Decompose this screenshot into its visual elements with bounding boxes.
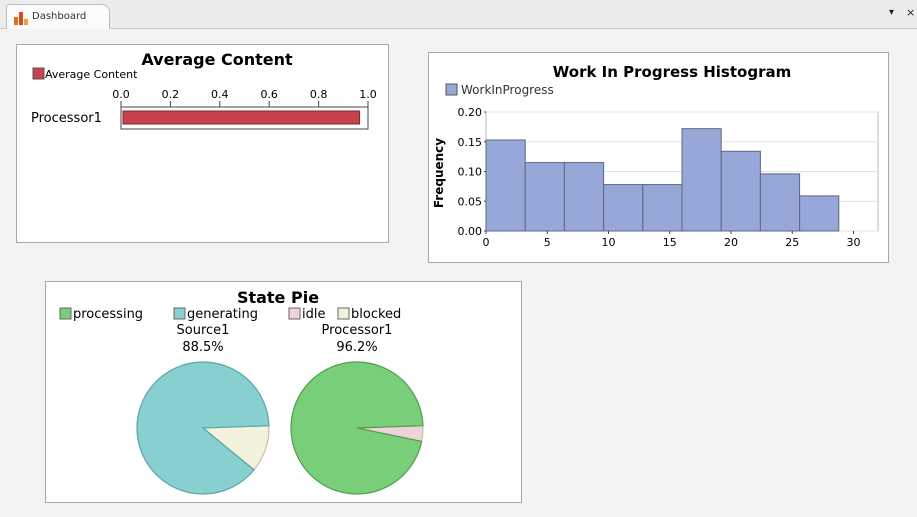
x-tick-label: 0.0 [112, 88, 130, 101]
x-tick-label: 0.4 [211, 88, 229, 101]
histogram-bar [524, 162, 565, 232]
legend-label-idle: idle [302, 307, 325, 322]
x-tick-label: 5 [544, 236, 551, 249]
x-tick-label: 0.8 [310, 88, 328, 101]
y-axis-label: Frequency [432, 138, 446, 208]
tab-bar: Dashboard ▾ × [0, 0, 917, 29]
pie-percent-label: 96.2% [336, 340, 377, 355]
histogram-panel: Work In Progress Histogram WorkInProgres… [428, 52, 889, 263]
category-label: Processor1 [31, 111, 102, 126]
chart-title: State Pie [237, 288, 319, 307]
chart-title: Average Content [141, 50, 293, 69]
legend-label: Average Content [45, 68, 138, 81]
legend-label-processing: processing [73, 307, 143, 322]
tab-menu-icon[interactable]: ▾ [889, 7, 894, 18]
average-content-panel: Average Content Average Content 0.0 0.2 0.… [16, 44, 389, 243]
legend-swatch-generating [173, 307, 186, 320]
pie-name: Processor1 [322, 323, 393, 338]
legend-swatch-blocked [337, 307, 350, 320]
histogram-bar [642, 184, 683, 232]
bar-chart-icon [14, 12, 28, 25]
x-tick-label: 0.2 [162, 88, 180, 101]
legend-label-generating: generating [187, 307, 258, 322]
x-tick-label: 1.0 [359, 88, 377, 101]
legend-label: WorkInProgress [461, 83, 554, 97]
chart-title: Work In Progress Histogram [553, 63, 791, 81]
x-tick-label: 0.6 [260, 88, 278, 101]
y-tick-label: 0.05 [458, 195, 483, 208]
legend-swatch-processing [59, 307, 72, 320]
histogram-bar [603, 184, 644, 232]
tab-label: Dashboard [32, 11, 87, 22]
histogram-bar [681, 128, 722, 232]
histogram-bar [759, 173, 801, 232]
x-tick-label: 20 [724, 236, 738, 249]
histogram-bar [799, 195, 840, 232]
histogram-chart: Work In Progress Histogram WorkInProgres… [432, 63, 879, 249]
legend-swatch-idle [288, 307, 301, 320]
tab-dashboard[interactable]: Dashboard [6, 4, 110, 29]
legend-swatch [32, 67, 45, 80]
pie-name: Source1 [177, 323, 230, 338]
y-tick-label: 0.15 [458, 136, 483, 149]
state-pie-chart: State Pie processing generating idle blocke… [59, 288, 424, 495]
x-tick-label: 0 [483, 236, 490, 249]
legend-swatch [445, 83, 458, 96]
histogram-bar [485, 139, 526, 232]
x-tick-label: 25 [785, 236, 799, 249]
pie-percent-label: 88.5% [182, 340, 223, 355]
state-pie-panel: State Pie processing generating idle blocke… [45, 281, 522, 503]
bar [122, 110, 361, 125]
x-tick-label: 30 [847, 236, 861, 249]
histogram-bar [563, 162, 605, 232]
y-tick-label: 0.00 [458, 225, 483, 238]
average-content-chart: Average Content Average Content 0.0 0.2 0.… [31, 50, 377, 130]
x-tick-label: 15 [663, 236, 677, 249]
histogram-bar [720, 150, 761, 232]
y-tick-label: 0.20 [458, 106, 483, 119]
y-tick-label: 0.10 [458, 166, 483, 179]
x-tick-label: 10 [602, 236, 616, 249]
legend-label-blocked: blocked [351, 307, 401, 322]
close-icon[interactable]: × [906, 6, 915, 19]
